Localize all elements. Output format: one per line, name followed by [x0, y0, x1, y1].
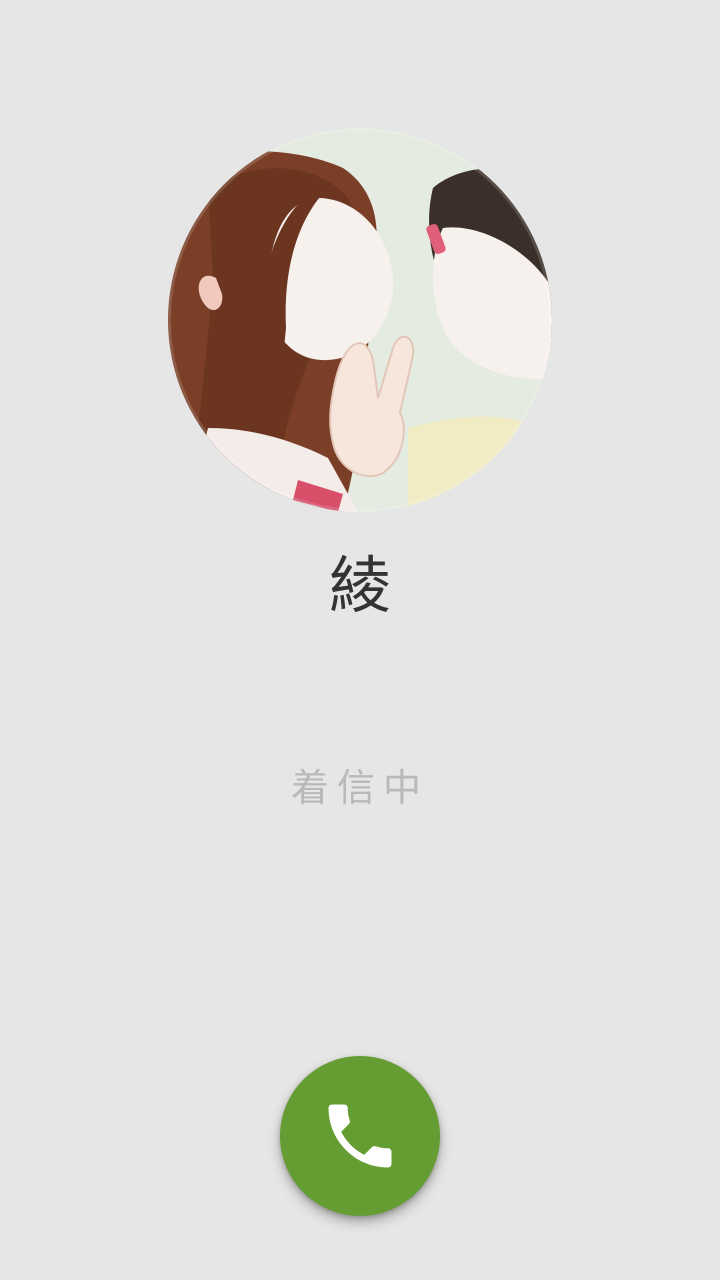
avatar-illustration: [168, 128, 552, 512]
incoming-call-screen: 綾 着信中: [0, 0, 720, 1280]
call-status: 着信中: [290, 766, 429, 810]
answer-call-button[interactable]: [280, 1056, 440, 1216]
phone-icon: [328, 1104, 392, 1168]
caller-avatar: [168, 128, 552, 512]
caller-name: 綾: [328, 549, 391, 622]
